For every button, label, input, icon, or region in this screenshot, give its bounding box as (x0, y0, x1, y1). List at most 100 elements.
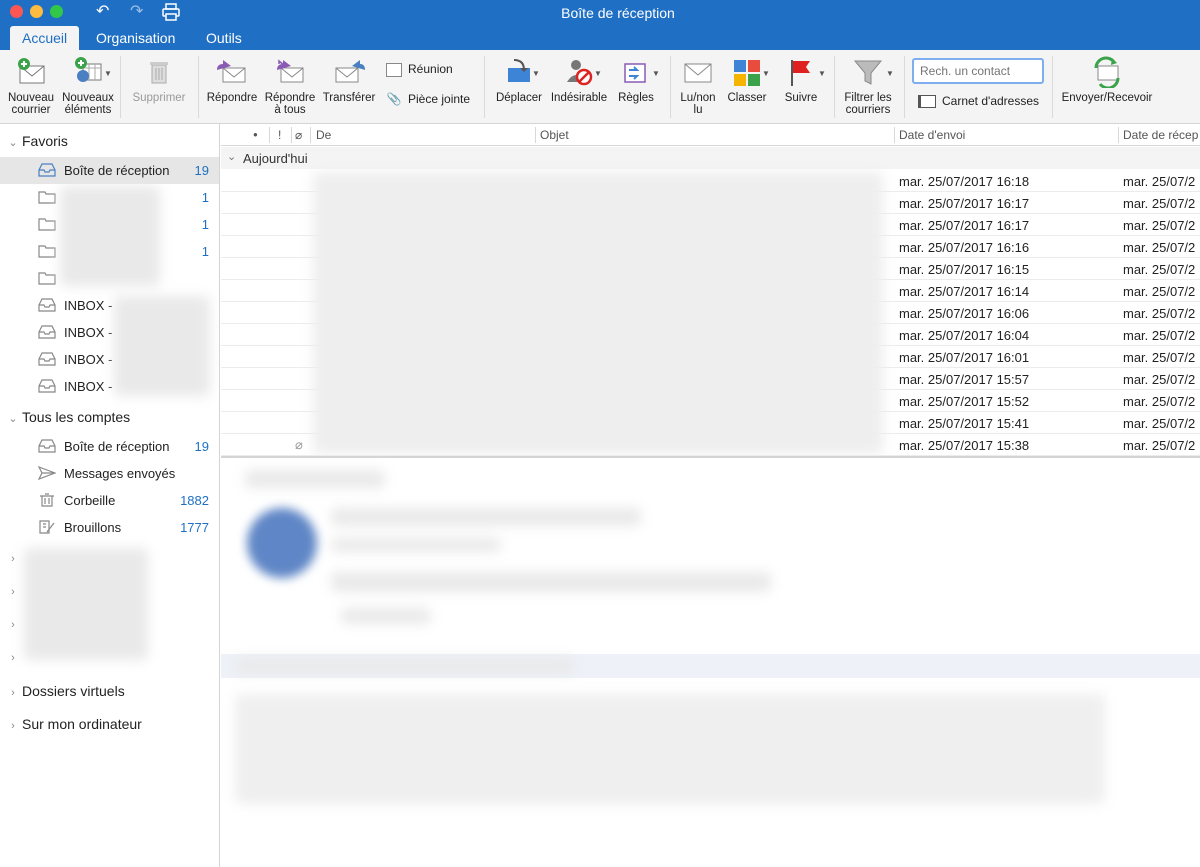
chevron-right-icon[interactable]: › (4, 586, 22, 598)
sent-date: mar. 25/07/2017 16:17 (899, 218, 1030, 233)
unread-count: 1 (201, 217, 209, 232)
reply-all-label: Répondre à tous (264, 92, 316, 116)
attachment-button[interactable]: 📎 Pièce jointe (386, 92, 471, 106)
move-button[interactable]: Déplacer ▼ (492, 56, 546, 104)
reply-all-button[interactable]: Répondre à tous (262, 56, 318, 116)
section-label: Favoris (22, 133, 68, 149)
tab-outils[interactable]: Outils (194, 26, 254, 50)
column-from[interactable]: De (316, 128, 331, 142)
attachment-label: Pièce jointe (408, 92, 471, 106)
address-book-button[interactable]: Carnet d'adresses (918, 94, 1039, 109)
reply-button[interactable]: Répondre (204, 56, 260, 104)
categorize-label: Classer (727, 92, 767, 104)
attachment-column-icon[interactable]: ⌀ (295, 128, 302, 142)
sidebar-item-drafts[interactable]: Brouillons 1777 (0, 514, 219, 541)
address-book-icon (918, 95, 936, 109)
title-bar: ↶ ↷ Boîte de réception (0, 0, 1200, 26)
collapsed-account[interactable]: › (4, 582, 22, 598)
delete-button[interactable]: Supprimer (128, 56, 190, 104)
section-tous-les-comptes[interactable]: ⌄ Tous les comptes (4, 409, 130, 425)
column-subject[interactable]: Objet (540, 128, 569, 142)
chevron-right-icon[interactable]: › (4, 687, 22, 699)
move-label: Déplacer (495, 92, 543, 104)
read-unread-button[interactable]: Lu/non lu (676, 56, 720, 116)
new-items-icon (71, 56, 105, 88)
junk-button[interactable]: Indésirable ▼ (548, 56, 610, 104)
rules-icon (619, 56, 653, 88)
chevron-down-icon[interactable]: ⌄ (227, 150, 236, 163)
section-favoris[interactable]: ⌄ Favoris (4, 133, 68, 149)
chevron-right-icon[interactable]: › (4, 720, 22, 732)
section-sur-mon-ordinateur[interactable]: › Sur mon ordinateur (4, 716, 142, 732)
funnel-icon (851, 56, 885, 88)
sidebar-item-sent[interactable]: Messages envoyés (0, 460, 219, 487)
redacted-senders-subjects (313, 172, 883, 454)
received-date: mar. 25/07/2 (1123, 416, 1196, 431)
new-mail-button[interactable]: Nouveau courrier (4, 56, 58, 116)
send-icon (38, 466, 56, 480)
paperclip-icon: 📎 (386, 92, 402, 106)
rules-button[interactable]: Règles ▼ (612, 56, 660, 104)
chevron-right-icon[interactable]: › (4, 652, 22, 664)
chevron-down-icon[interactable]: ⌄ (4, 136, 22, 149)
categorize-button[interactable]: Classer ▼ (722, 56, 772, 104)
received-date: mar. 25/07/2 (1123, 372, 1196, 387)
meeting-button[interactable]: Réunion (386, 62, 453, 77)
priority-column-icon[interactable]: ! (278, 128, 281, 142)
avatar (247, 508, 317, 578)
forward-icon (332, 56, 366, 88)
contact-search-input[interactable] (912, 58, 1044, 84)
collapsed-account[interactable]: › (4, 648, 22, 664)
inbox-tray-icon (38, 352, 56, 366)
sidebar-item-label: Brouillons (64, 520, 122, 535)
inbox-tray-icon (38, 439, 56, 453)
forward-button[interactable]: Transférer (318, 56, 380, 104)
sidebar-item-all-inbox[interactable]: Boîte de réception 19 (0, 433, 219, 460)
follow-up-button[interactable]: Suivre ▼ (778, 56, 826, 104)
received-date: mar. 25/07/2 (1123, 196, 1196, 211)
flag-icon (784, 56, 818, 88)
collapsed-account[interactable]: › (4, 615, 22, 631)
chevron-right-icon[interactable]: › (4, 553, 22, 565)
chevron-down-icon[interactable]: ⌄ (4, 412, 22, 425)
redacted-subject (245, 470, 385, 488)
column-divider (291, 127, 292, 143)
section-label: Sur mon ordinateur (22, 716, 142, 732)
received-date: mar. 25/07/2 (1123, 218, 1196, 233)
chevron-right-icon[interactable]: › (4, 619, 22, 631)
received-date: mar. 25/07/2 (1123, 328, 1196, 343)
item-count: 1882 (180, 493, 209, 508)
column-sent-date[interactable]: Date d'envoi (899, 128, 965, 142)
sidebar-item-label: INBOX - (64, 352, 113, 367)
filter-button[interactable]: Filtrer les courriers ▼ (840, 56, 896, 116)
unread-count: 19 (194, 163, 209, 178)
chevron-down-icon: ▼ (532, 69, 540, 78)
redacted-info-text (235, 658, 575, 674)
chevron-down-icon: ▼ (594, 69, 602, 78)
sidebar-item-inbox[interactable]: Boîte de réception 19 (0, 157, 219, 184)
redacted-message-body (235, 694, 1105, 804)
sidebar-item-trash[interactable]: Corbeille 1882 (0, 487, 219, 514)
redacted-accounts (24, 548, 148, 660)
collapsed-account[interactable]: › (4, 549, 22, 565)
junk-icon (562, 56, 596, 88)
reply-all-icon (273, 56, 307, 88)
send-receive-button[interactable]: Envoyer/Recevoir (1060, 56, 1154, 104)
sent-date: mar. 25/07/2017 15:52 (899, 394, 1030, 409)
paperclip-icon: ⌀ (295, 437, 303, 452)
unread-column-icon[interactable]: ● (253, 130, 258, 139)
section-dossiers-virtuels[interactable]: › Dossiers virtuels (4, 683, 125, 699)
folder-icon (38, 245, 56, 258)
new-items-label: Nouveaux éléments (62, 92, 114, 116)
new-items-button[interactable]: Nouveaux éléments ▼ (60, 56, 116, 116)
inbox-tray-icon (38, 298, 56, 312)
group-header-today[interactable]: ⌄ Aujourd'hui (221, 147, 1200, 169)
folder-icon (38, 218, 56, 231)
tab-accueil[interactable]: Accueil (10, 26, 80, 50)
sent-date: mar. 25/07/2017 16:14 (899, 284, 1030, 299)
section-label: Tous les comptes (22, 409, 131, 425)
sent-date: mar. 25/07/2017 15:38 (899, 438, 1030, 453)
tab-organisation[interactable]: Organisation (84, 26, 187, 50)
junk-label: Indésirable (550, 92, 608, 104)
column-received-date[interactable]: Date de récep (1123, 128, 1198, 142)
